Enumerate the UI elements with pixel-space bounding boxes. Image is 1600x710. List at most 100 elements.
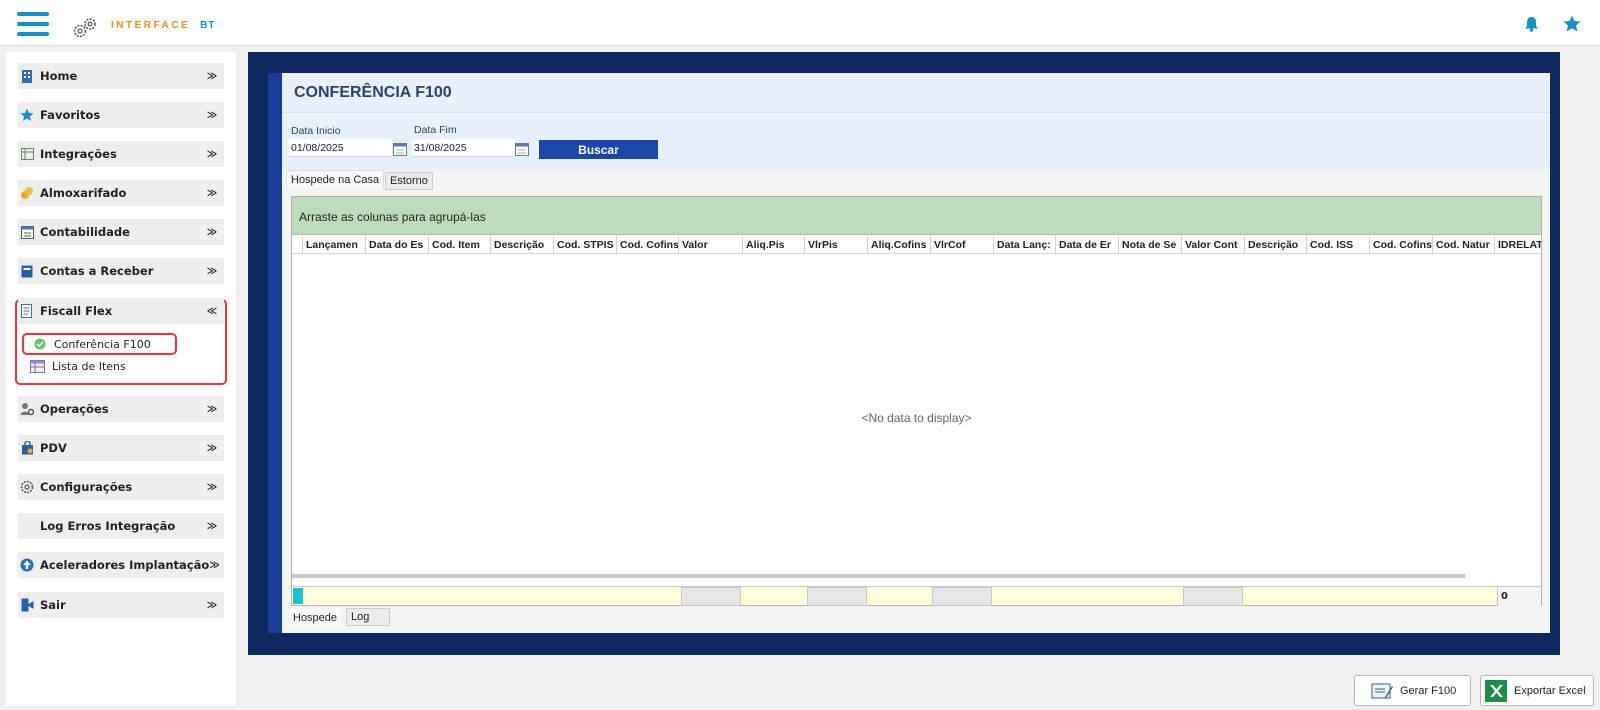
chevron-down-icon: ≫ — [206, 520, 218, 532]
list-icon — [30, 359, 45, 373]
date-start-input[interactable] — [289, 139, 392, 157]
sidebar-item-operacoes[interactable]: Operações ≫ — [18, 396, 224, 422]
grid-footer-row: 0 — [292, 586, 1541, 606]
search-button[interactable]: Buscar — [539, 140, 658, 159]
data-grid: Arraste as colunas para agrupá-las Lança… — [291, 196, 1542, 606]
chevron-down-icon: ≫ — [206, 599, 218, 611]
gerar-f100-button[interactable]: Gerar F100 — [1354, 675, 1471, 706]
date-end-label: Data Fim — [414, 124, 457, 136]
sidebar-subitem-conferencia-f100[interactable]: Conferência F100 — [22, 333, 177, 355]
chevron-down-icon: ≫ — [206, 187, 218, 199]
sidebar-item-label: Log Erros Integração — [40, 519, 176, 533]
tab-hospede[interactable]: Hospede — [289, 609, 342, 627]
tab-estorno[interactable]: Estorno — [385, 172, 433, 190]
check-circle-icon — [34, 338, 46, 350]
building-icon — [20, 69, 34, 83]
sidebar-item-label: Integrações — [40, 147, 117, 161]
sidebar-item-label: Contas a Receber — [40, 264, 154, 278]
subitem-label: Conferência F100 — [54, 337, 151, 351]
column-header[interactable]: Aliq.Pis — [742, 236, 804, 254]
sidebar-item-contabilidade[interactable]: Contabilidade ≫ — [18, 219, 224, 245]
conferencia-panel: CONFERÊNCIA F100 Data Inicio Data Fim Bu… — [282, 73, 1550, 633]
star-icon — [20, 108, 34, 122]
column-header[interactable]: Lançamen — [302, 236, 365, 254]
sidebar-item-configuracoes[interactable]: Configurações ≫ — [18, 474, 224, 500]
chevron-down-icon: ≫ — [206, 481, 218, 493]
sidebar-item-label: Configurações — [40, 480, 133, 494]
chevron-down-icon: ≫ — [206, 70, 218, 82]
column-header[interactable]: Descrição — [490, 236, 553, 254]
column-header[interactable]: Cod. STPIS — [553, 236, 616, 254]
sidebar-item-aceleradores-implantacao[interactable]: Aceleradores Implantação ≫ — [18, 552, 224, 578]
column-header[interactable]: Cod. Cofins — [1369, 236, 1432, 254]
sidebar-item-label: Aceleradores Implantação — [40, 558, 210, 572]
column-header[interactable]: IDRELAT — [1494, 236, 1541, 254]
sidebar-subitem-lista-de-itens[interactable]: Lista de Itens — [30, 357, 126, 375]
chevron-down-icon: ≫ — [206, 148, 218, 160]
calendar-icon[interactable] — [393, 142, 407, 156]
chevron-down-icon: ≫ — [206, 226, 218, 238]
column-header-row: Lançamen Data do Es Cod. Item Descrição … — [292, 236, 1541, 254]
sidebar-item-sair[interactable]: Sair ≫ — [18, 592, 224, 618]
column-header[interactable]: Nota de Se — [1118, 236, 1181, 254]
column-header[interactable]: Cod. Item — [428, 236, 490, 254]
sidebar: Home ≫ Favoritos ≫ Integrações ≫ Almoxar… — [6, 52, 236, 705]
sidebar-item-log-erros-integracao[interactable]: Log Erros Integração ≫ — [18, 513, 224, 539]
sidebar-item-label: Contabilidade — [40, 225, 130, 239]
footer-summary-cell — [1183, 587, 1243, 606]
chevron-up-icon: ≪ — [206, 305, 218, 317]
column-header[interactable]: Descrição — [1244, 236, 1306, 254]
coins-icon — [20, 186, 34, 200]
column-header[interactable]: Cod. Cofins — [616, 236, 678, 254]
panel-left-strip — [268, 73, 282, 633]
title-bar: CONFERÊNCIA F100 — [282, 73, 1550, 113]
footer-summary-cell — [932, 587, 992, 606]
gears-logo-icon — [73, 18, 96, 38]
log-icon — [20, 519, 34, 533]
top-bar: INTERFACE BT — [0, 0, 1600, 46]
sidebar-item-label: Almoxarifado — [40, 186, 127, 200]
column-header[interactable]: Valor Cont — [1181, 236, 1244, 254]
sidebar-item-pdv[interactable]: PDV ≫ — [18, 435, 224, 461]
footer-count: 0 — [1497, 587, 1541, 606]
excel-icon — [1485, 679, 1507, 702]
sidebar-item-label: Operações — [40, 402, 109, 416]
sidebar-item-fiscall-flex[interactable]: Fiscall Flex ≪ — [18, 298, 224, 324]
exit-icon — [20, 598, 34, 612]
footer-summary-cell — [807, 587, 867, 606]
chevron-down-icon: ≫ — [206, 109, 218, 121]
column-header[interactable]: Cod. ISS — [1306, 236, 1369, 254]
hamburger-menu-icon[interactable] — [17, 12, 49, 38]
column-header[interactable]: VlrPis — [804, 236, 867, 254]
footer-indicator — [293, 588, 303, 604]
sidebar-item-contas-a-receber[interactable]: Contas a Receber ≫ — [18, 258, 224, 284]
tab-log[interactable]: Log — [346, 608, 390, 626]
star-icon[interactable] — [1563, 15, 1581, 32]
gear-icon — [20, 480, 34, 494]
sidebar-item-favoritos[interactable]: Favoritos ≫ — [18, 102, 224, 128]
column-header[interactable]: Data do Es — [365, 236, 428, 254]
group-hint-text: Arraste as colunas para agrupá-las — [299, 210, 486, 224]
sidebar-item-label: Sair — [40, 598, 66, 612]
column-header[interactable]: Cod. Natur — [1432, 236, 1494, 254]
column-header[interactable]: Data Lanç: — [993, 236, 1055, 254]
date-end-input[interactable] — [412, 139, 515, 157]
group-by-panel[interactable]: Arraste as colunas para agrupá-las — [292, 197, 1541, 235]
bell-icon[interactable] — [1524, 16, 1539, 32]
column-header[interactable]: Data de Er — [1055, 236, 1118, 254]
card-icon — [20, 264, 34, 278]
column-header[interactable]: Valor — [678, 236, 742, 254]
column-header[interactable]: Aliq.Cofins — [867, 236, 930, 254]
document-edit-icon — [1371, 681, 1393, 701]
calendar-icon[interactable] — [515, 142, 529, 156]
tab-hospede-na-casa[interactable]: Hospede na Casa — [286, 170, 385, 188]
chevron-down-icon: ≫ — [206, 442, 218, 454]
sidebar-item-label: Favoritos — [40, 108, 101, 122]
sidebar-item-almoxarifado[interactable]: Almoxarifado ≫ — [18, 180, 224, 206]
sidebar-item-home[interactable]: Home ≫ — [18, 63, 224, 89]
exportar-excel-button[interactable]: Exportar Excel — [1480, 675, 1594, 706]
page-title: CONFERÊNCIA F100 — [294, 84, 452, 101]
column-header[interactable]: VlrCof — [930, 236, 993, 254]
horizontal-scrollbar[interactable] — [292, 574, 1465, 578]
sidebar-item-integracoes[interactable]: Integrações ≫ — [18, 141, 224, 167]
